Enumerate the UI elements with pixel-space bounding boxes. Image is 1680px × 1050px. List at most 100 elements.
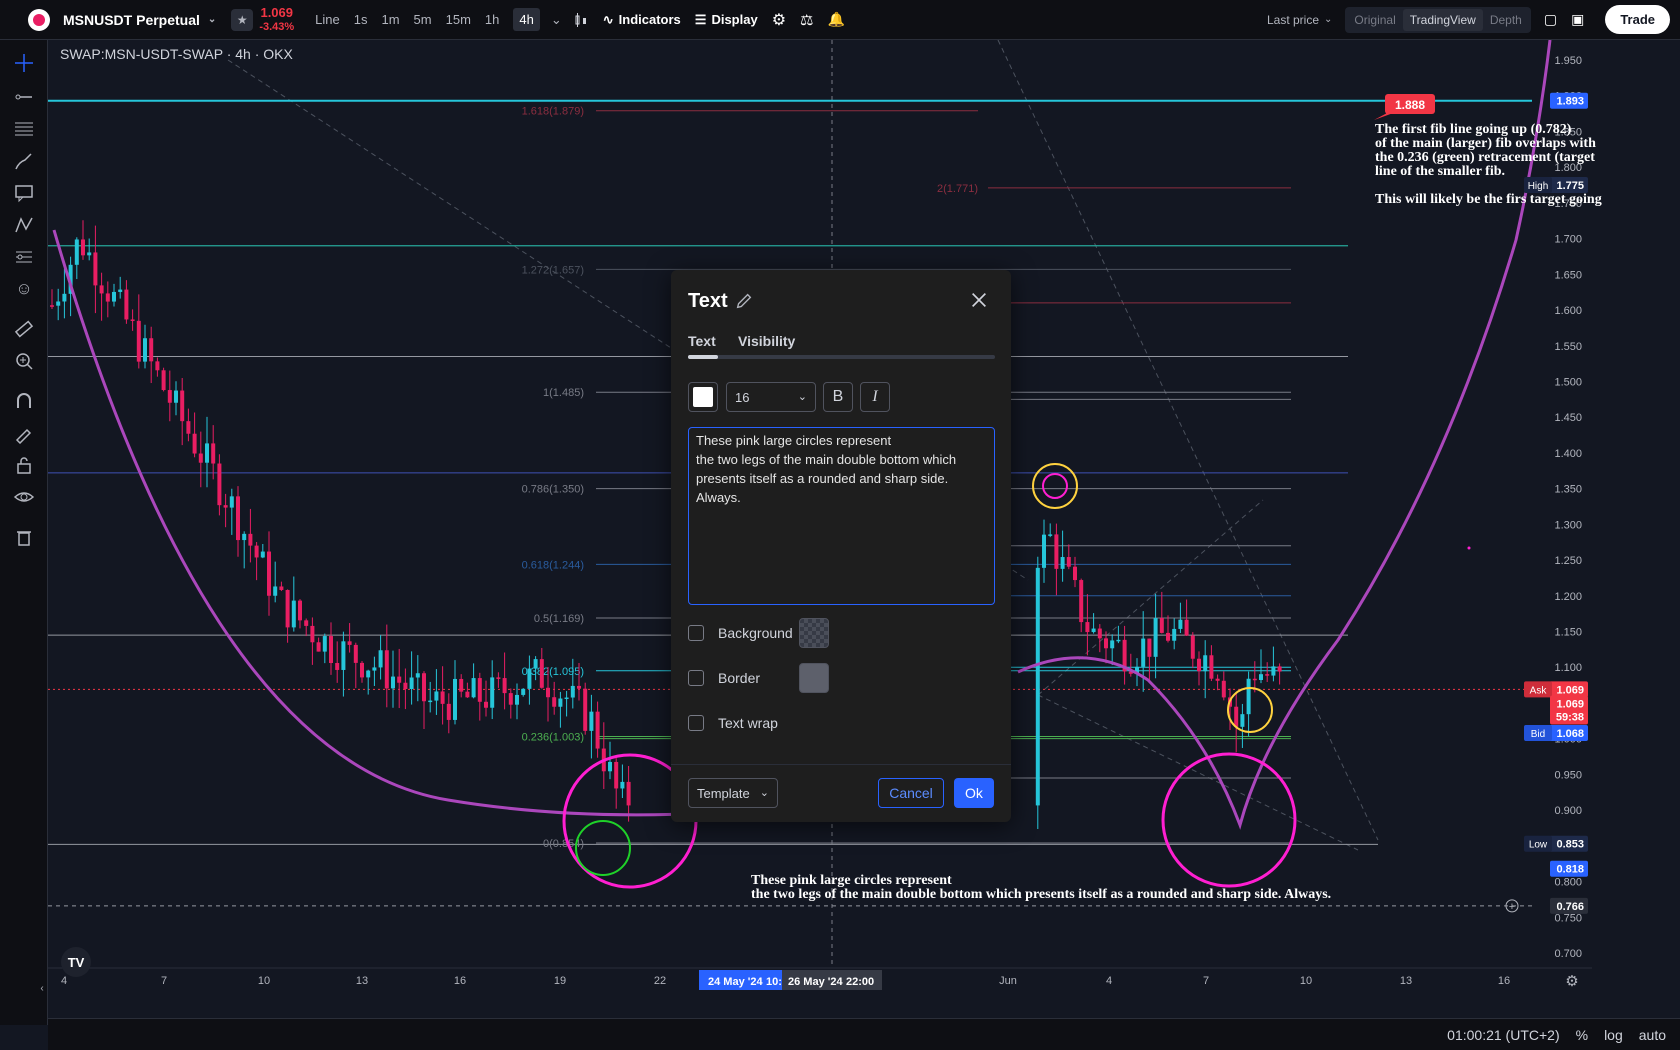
last-price-selector[interactable]: Last price ⌄ <box>1260 0 1339 40</box>
candle-body <box>409 677 414 689</box>
candle-body <box>428 700 433 703</box>
collapse-toolbar-icon[interactable]: ‹ <box>36 975 48 1001</box>
background-option[interactable]: Background <box>688 625 793 641</box>
price-display: 1.069 -3.43% <box>259 5 294 34</box>
background-color-swatch[interactable] <box>799 618 829 648</box>
log-scale-toggle[interactable]: log <box>1604 1027 1623 1043</box>
price-tag-value: 0.853 <box>1556 839 1584 851</box>
compare-scales-icon[interactable]: ⚖ <box>793 0 820 40</box>
interval-15m[interactable]: 15m <box>439 0 478 40</box>
interval-1s[interactable]: 1s <box>347 0 375 40</box>
green-circle[interactable] <box>575 820 631 876</box>
pink-circle-small[interactable] <box>1042 473 1068 499</box>
indicators-button[interactable]: ∿ Indicators <box>596 0 688 40</box>
candle-body <box>527 668 532 689</box>
view-depth[interactable]: Depth <box>1483 9 1529 31</box>
candle-body <box>620 781 625 789</box>
candle-body <box>1209 655 1214 679</box>
zoom-in-icon[interactable] <box>11 348 37 374</box>
alert-bell-icon[interactable]: 🔔 <box>820 0 851 40</box>
candle-body <box>291 600 296 628</box>
eye-icon[interactable] <box>11 484 37 510</box>
candle-body <box>440 691 445 704</box>
interval-dropdown-chevron-icon[interactable]: ⌄ <box>547 0 566 40</box>
cancel-button[interactable]: Cancel <box>878 778 944 808</box>
candle-body <box>149 338 154 362</box>
percent-scale-toggle[interactable]: % <box>1576 1027 1588 1043</box>
price-axis-tick: 0.750 <box>1554 912 1582 924</box>
background-checkbox[interactable] <box>688 625 704 641</box>
time-highlight-label: 24 May '24 <box>708 976 763 988</box>
emoji-icon[interactable]: ☺ <box>11 276 37 302</box>
pattern-icon[interactable] <box>11 212 37 238</box>
candle-body <box>446 703 451 720</box>
close-icon[interactable] <box>969 290 991 312</box>
pink-circle-right[interactable] <box>1161 752 1297 888</box>
magnet-icon[interactable] <box>11 388 37 414</box>
tab-visibility[interactable]: Visibility <box>738 333 795 349</box>
text-color-swatch[interactable] <box>688 382 718 412</box>
display-button[interactable]: ☰ Display <box>688 0 765 40</box>
annotation-double-bottom-note[interactable]: These pink large circles represent the t… <box>751 874 1331 902</box>
candle-body <box>490 677 495 708</box>
candle-body <box>546 687 550 698</box>
candle-body <box>211 443 216 464</box>
border-checkbox[interactable] <box>688 670 704 686</box>
view-tradingview[interactable]: TradingView <box>1402 8 1483 31</box>
interval-4h[interactable]: 4h <box>506 0 546 40</box>
text-wrap-option[interactable]: Text wrap <box>688 715 778 731</box>
italic-button[interactable]: I <box>860 382 890 412</box>
candle-body <box>1091 628 1096 633</box>
chart-type-line[interactable]: Line <box>308 0 347 40</box>
fullscreen-icon[interactable]: ▣ <box>1564 0 1591 40</box>
candle-body <box>465 691 470 698</box>
border-option[interactable]: Border <box>688 670 760 686</box>
trash-icon[interactable] <box>11 524 37 550</box>
candle-body <box>1166 632 1170 641</box>
candles-icon[interactable] <box>566 0 596 40</box>
bold-button[interactable]: B <box>823 382 853 412</box>
pencil-icon[interactable] <box>734 291 756 313</box>
view-original[interactable]: Original <box>1347 9 1402 31</box>
dashed-trendline <box>1037 499 1264 696</box>
brush-icon[interactable] <box>11 148 37 174</box>
layout-square-icon[interactable]: ▢ <box>1537 0 1564 40</box>
candle-body <box>105 293 110 302</box>
template-select[interactable]: Template ⌄ <box>688 778 778 808</box>
fib-level-label: 0.5(1.169) <box>534 613 584 625</box>
symbol-selector[interactable]: MSNUSDT Perpetual ⌄ <box>56 0 223 40</box>
settings-gear-icon[interactable]: ⚙ <box>765 0 793 40</box>
candle-body <box>242 533 247 541</box>
price-tag-value: 1.068 <box>1556 728 1584 740</box>
tab-text[interactable]: Text <box>688 333 716 349</box>
lock-icon[interactable] <box>11 452 37 478</box>
candle-body <box>130 319 135 321</box>
border-color-swatch[interactable] <box>799 663 829 693</box>
symbol-logo-icon <box>28 8 50 31</box>
trade-button[interactable]: Trade <box>1605 5 1670 34</box>
font-size-select[interactable]: 16 ⌄ <box>726 382 816 412</box>
ok-button[interactable]: Ok <box>954 778 994 808</box>
candle-body <box>1203 655 1208 672</box>
interval-5m[interactable]: 5m <box>407 0 439 40</box>
favorite-star-icon[interactable]: ★ <box>231 8 254 31</box>
text-content-input[interactable] <box>688 427 995 605</box>
trend-line-icon[interactable] <box>11 84 37 110</box>
fib-lines-icon[interactable] <box>11 116 37 142</box>
crosshair-icon[interactable] <box>11 50 37 76</box>
rounded-bottom-curve[interactable] <box>52 229 709 817</box>
utc-clock[interactable]: 01:00:21 (UTC+2) <box>1447 1027 1559 1043</box>
candle-body <box>1104 638 1108 649</box>
lock-drawing-icon[interactable] <box>11 420 37 446</box>
yellow-circle-top[interactable] <box>1032 463 1078 509</box>
tradingview-logo-icon[interactable]: TV <box>61 947 91 977</box>
ruler-icon[interactable] <box>11 316 37 342</box>
interval-1m[interactable]: 1m <box>374 0 406 40</box>
candle-body <box>422 673 426 702</box>
interval-1h[interactable]: 1h <box>478 0 506 40</box>
text-callout-icon[interactable] <box>11 180 37 206</box>
forecast-icon[interactable] <box>11 244 37 270</box>
text-wrap-checkbox[interactable] <box>688 715 704 731</box>
auto-scale-toggle[interactable]: auto <box>1639 1027 1666 1043</box>
annotation-fib-note[interactable]: The first fib line going up (0.782) of t… <box>1375 123 1602 207</box>
